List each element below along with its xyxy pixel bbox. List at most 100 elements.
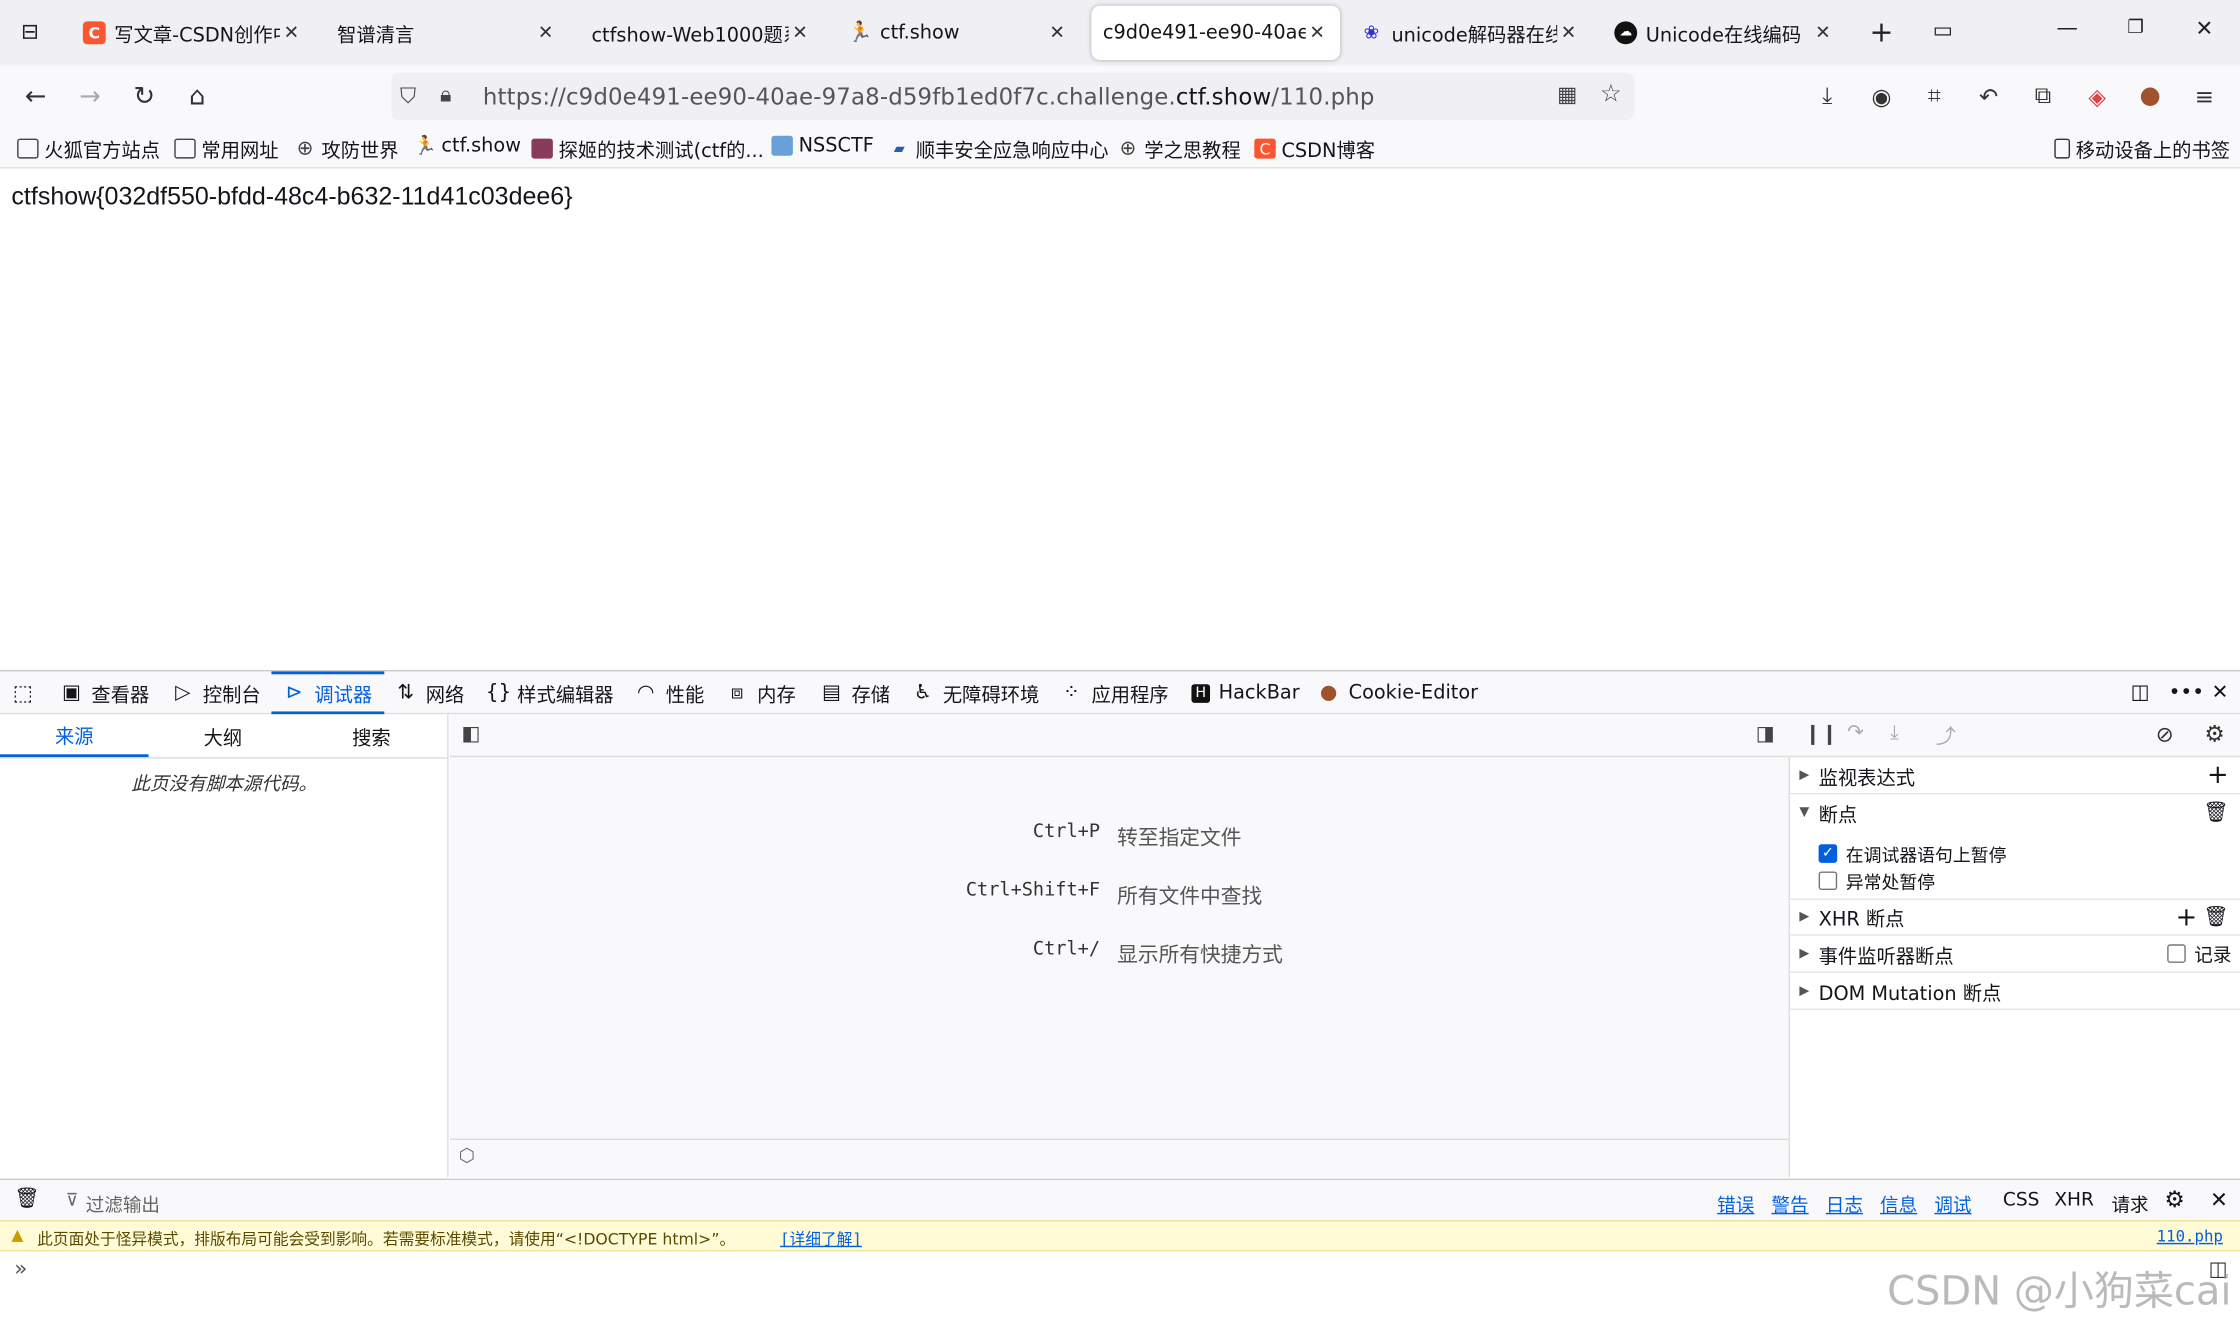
tab-performance[interactable]: ◠ 性能 (634, 671, 704, 714)
breakpoints-section[interactable]: ▼ 断点 🗑︎ (1790, 794, 2240, 831)
tab-hackbar[interactable]: H HackBar (1191, 671, 1300, 714)
dom-mutation-breakpoints-section[interactable]: ▶ DOM Mutation 断点 (1790, 973, 2240, 1011)
more-icon[interactable]: ••• (2169, 671, 2204, 714)
tab-unicode-decoder[interactable]: ❀ unicode解码器在线解 ✕ (1349, 6, 1592, 60)
tab-debugger[interactable]: ⊳ 调试器 (271, 671, 384, 715)
window-list-icon[interactable]: ▭ (1927, 17, 1958, 43)
filter-errors[interactable]: 错误 (1717, 1190, 1754, 1217)
tab-application[interactable]: ⁘ 应用程序 (1060, 671, 1169, 714)
filter-css[interactable]: CSS (2003, 1190, 2040, 1211)
restore-icon[interactable]: ❐ (2120, 17, 2151, 38)
close-icon[interactable]: ✕ (1046, 22, 1069, 43)
menu-icon[interactable]: ≡ (2186, 77, 2223, 114)
learn-more-link[interactable]: [详细了解] (780, 1227, 862, 1250)
tab-style-editor[interactable]: {} 样式编辑器 (486, 671, 614, 714)
tab-storage[interactable]: ▤ 存储 (820, 671, 890, 714)
deactivate-breakpoints-icon[interactable]: ⊘ (2156, 721, 2174, 747)
tab-memory[interactable]: ⧈ 内存 (726, 671, 796, 714)
devtools-close-icon[interactable]: ✕ (2209, 671, 2240, 714)
back-icon[interactable]: ← (17, 77, 54, 114)
step-out-icon[interactable]: ⤴ (1936, 721, 1956, 750)
add-icon[interactable]: + (2176, 902, 2198, 932)
tab-accessibility[interactable]: ♿︎ 无障碍环境 (911, 671, 1039, 714)
bookmark-item[interactable]: 火狐官方站点 (17, 134, 160, 163)
bookmark-item[interactable]: ▰ 顺丰安全应急响应中心 (889, 134, 1109, 163)
close-icon[interactable]: ✕ (1306, 22, 1329, 43)
url-bar[interactable]: ⛉ 🔒︎ https://c9d0e491-ee90-40ae-97a8-d59… (391, 72, 1635, 121)
bookmark-item[interactable]: 常用网址 (174, 134, 279, 163)
bookmark-item[interactable]: NSSCTF (771, 134, 874, 157)
log-checkbox[interactable]: 记录 (2167, 940, 2231, 967)
download-icon[interactable]: ⤓ (1809, 77, 1846, 114)
step-in-icon[interactable]: ⤓ (1890, 721, 1899, 744)
close-icon[interactable]: ✕ (280, 22, 303, 43)
step-over-icon[interactable]: ↷ (1847, 721, 1864, 744)
checkbox-unchecked[interactable] (2167, 944, 2186, 963)
lock-icon[interactable]: 🔒︎ (440, 81, 451, 107)
add-icon[interactable]: + (2207, 760, 2229, 790)
toggle-sources-icon[interactable]: ◧ (461, 723, 480, 746)
bookmark-item[interactable]: C CSDN博客 (1254, 134, 1375, 163)
mobile-bookmarks[interactable]: 移动设备上的书签 (2054, 134, 2230, 163)
tab-list-icon[interactable]: ⊟ (14, 19, 45, 45)
tab-sources[interactable]: 来源 (0, 714, 149, 758)
clear-console-trash-icon[interactable]: 🗑︎ (14, 1187, 39, 1210)
minimize-icon[interactable]: — (2051, 14, 2082, 40)
filter-input[interactable]: 过滤输出 (86, 1190, 160, 1217)
element-picker-icon[interactable]: ⬚ (11, 671, 42, 714)
hackbar-extension-icon[interactable]: ◈ (2079, 77, 2116, 114)
tab-unicode-encoder[interactable]: ☁ Unicode在线编码（无 ✕ (1603, 6, 1846, 60)
warning-source-link[interactable]: 110.php (2157, 1227, 2223, 1246)
close-icon[interactable]: ✕ (789, 22, 812, 43)
event-listener-breakpoints-section[interactable]: ▶ 事件监听器断点 记录 (1790, 936, 2240, 973)
tab-ctfshow-web[interactable]: ctfshow-Web1000题系 ✕ (580, 6, 823, 60)
undo-icon[interactable]: ↶ (1970, 77, 2007, 114)
tab-zhipu[interactable]: 智谱清言 ✕ (326, 6, 569, 60)
shield-icon[interactable]: ⛉ (400, 83, 416, 109)
tab-console[interactable]: ▷ 控制台 (171, 671, 261, 714)
tab-network[interactable]: ⇅ 网络 (394, 671, 464, 714)
filter-info[interactable]: 信息 (1880, 1190, 1917, 1217)
settings-gear-icon[interactable]: ⚙ (2204, 720, 2224, 747)
cookie-icon[interactable]: ● (2131, 77, 2168, 114)
forward-icon[interactable]: → (71, 77, 108, 114)
console-settings-gear-icon[interactable]: ⚙ (2164, 1186, 2184, 1213)
tab-inspector[interactable]: ▣ 查看器 (60, 671, 149, 714)
console-input[interactable]: » ◫ CSDN @小狗菜cai (0, 1252, 2240, 1328)
watch-expressions-section[interactable]: ▶ 监视表达式 + (1790, 757, 2240, 795)
trash-icon[interactable]: 🗑︎ (2203, 906, 2228, 929)
bookmark-item[interactable]: 探姬的技术测试(ctf的... (531, 134, 764, 163)
window-close-icon[interactable]: ✕ (2189, 16, 2220, 42)
console-close-icon[interactable]: ✕ (2210, 1187, 2228, 1213)
crop-icon[interactable]: ⌗ (1916, 77, 1953, 114)
filter-logs[interactable]: 日志 (1826, 1190, 1863, 1217)
close-icon[interactable]: ✕ (1557, 22, 1580, 43)
filter-requests[interactable]: 请求 (2111, 1190, 2148, 1217)
tab-search[interactable]: 搜索 (297, 714, 446, 757)
close-icon[interactable]: ✕ (1811, 22, 1834, 43)
xhr-breakpoints-section[interactable]: ▶ XHR 断点 + 🗑︎ (1790, 898, 2240, 936)
bookmark-item[interactable]: ⊕ 学之思教程 (1117, 134, 1240, 163)
bookmark-item[interactable]: 🏃 ctf.show (413, 134, 521, 157)
bookmark-item[interactable]: ⊕ 攻防世界 (294, 134, 399, 163)
bookmark-star-icon[interactable]: ☆ (1600, 80, 1622, 109)
pause-on-debugger-checkbox[interactable]: ✓ 在调试器语句上暂停 (1818, 840, 2006, 867)
pretty-print-icon[interactable]: ⬡ (459, 1146, 475, 1167)
qr-code-icon[interactable]: ▦ (1557, 81, 1577, 107)
checkbox-checked[interactable]: ✓ (1818, 844, 1838, 863)
url-text[interactable]: https://c9d0e491-ee90-40ae-97a8-d59fb1ed… (483, 83, 1375, 110)
pause-icon[interactable]: ❙❙ (1804, 723, 1838, 746)
tab-outline[interactable]: 大纲 (149, 714, 298, 757)
account-icon[interactable]: ◉ (1863, 77, 1900, 114)
filter-warnings[interactable]: 警告 (1771, 1190, 1808, 1217)
home-icon[interactable]: ⌂ (179, 77, 216, 114)
new-tab-icon[interactable]: + (1866, 14, 1897, 48)
filter-debug[interactable]: 调试 (1934, 1190, 1971, 1217)
checkbox-unchecked[interactable] (1818, 871, 1838, 891)
reload-icon[interactable]: ↻ (126, 77, 163, 114)
close-icon[interactable]: ✕ (534, 22, 557, 43)
pause-on-exceptions-checkbox[interactable]: 异常处暂停 (1818, 867, 1935, 894)
tab-active-challenge[interactable]: c9d0e491-ee90-40ae-9 ✕ (1091, 5, 1341, 61)
tab-cookie-editor[interactable]: ● Cookie-Editor (1317, 671, 1478, 714)
extensions-icon[interactable]: ⧉ (2024, 77, 2061, 114)
